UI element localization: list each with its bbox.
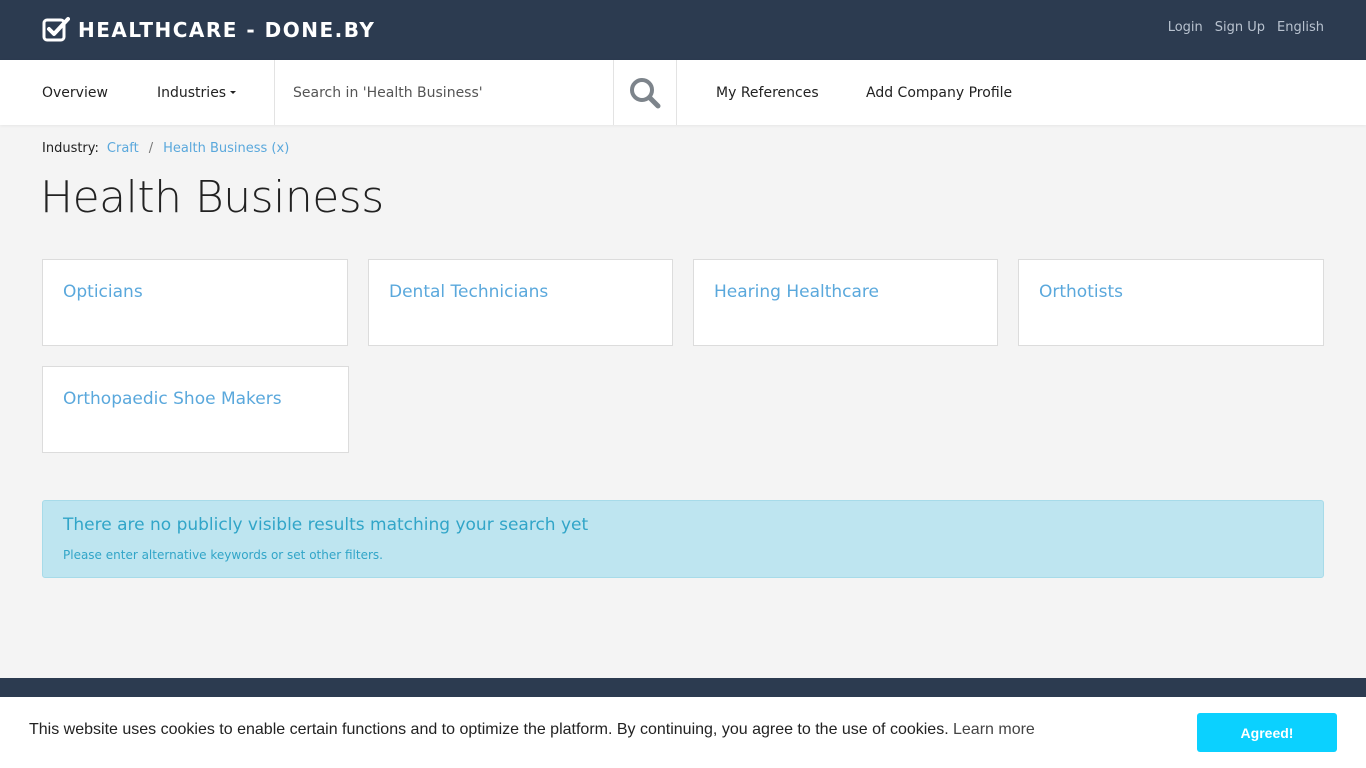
alert-title: There are no publicly visible results ma…	[63, 515, 589, 535]
nav-add-company-profile[interactable]: Add Company Profile	[866, 60, 1012, 125]
cookie-accept-button[interactable]: Agreed!	[1197, 713, 1337, 752]
breadcrumb-label: Industry:	[42, 141, 99, 156]
category-card-label[interactable]: Dental Technicians	[389, 282, 548, 302]
alert-text: Please enter alternative keywords or set…	[63, 548, 383, 562]
checkbox-check-icon	[42, 17, 70, 42]
nav-industries-label: Industries	[157, 84, 227, 101]
category-card-hearing-healthcare[interactable]: Hearing Healthcare	[693, 259, 998, 346]
category-card-label[interactable]: Hearing Healthcare	[714, 282, 879, 302]
search-input[interactable]	[293, 84, 593, 101]
main-nav: Overview Industries My References Add Co…	[0, 60, 1366, 125]
caret-down-icon	[230, 91, 237, 94]
cookie-message: This website uses cookies to enable cert…	[29, 721, 949, 738]
search-button[interactable]	[613, 60, 677, 125]
breadcrumb-item-health-business[interactable]: Health Business (x)	[163, 141, 289, 156]
login-link[interactable]: Login	[1168, 20, 1203, 35]
top-header: HEALTHCARE - DONE.BY Login Sign Up Engli…	[0, 0, 1366, 60]
cookie-banner: This website uses cookies to enable cert…	[0, 697, 1366, 768]
breadcrumb-separator: /	[148, 141, 154, 156]
category-card-label[interactable]: Orthopaedic Shoe Makers	[63, 389, 282, 409]
category-card-label[interactable]: Opticians	[63, 282, 143, 302]
language-link[interactable]: English	[1277, 20, 1324, 35]
nav-overview[interactable]: Overview	[42, 60, 108, 125]
signup-link[interactable]: Sign Up	[1215, 20, 1265, 35]
account-links: Login Sign Up English	[1168, 20, 1324, 35]
category-card-label[interactable]: Orthotists	[1039, 282, 1123, 302]
nav-my-references-label: My References	[716, 84, 819, 101]
page-title: Health Business	[40, 172, 384, 223]
nav-industries-dropdown[interactable]: Industries	[157, 60, 237, 125]
category-card-opticians[interactable]: Opticians	[42, 259, 348, 346]
breadcrumb-item-craft[interactable]: Craft	[107, 141, 139, 156]
category-card-dental-technicians[interactable]: Dental Technicians	[368, 259, 673, 346]
brand-name: HEALTHCARE - DONE.BY	[78, 18, 376, 42]
nav-add-company-profile-label: Add Company Profile	[866, 84, 1013, 101]
site-logo[interactable]: HEALTHCARE - DONE.BY	[42, 16, 375, 44]
category-card-orthopaedic-shoe-makers[interactable]: Orthopaedic Shoe Makers	[42, 366, 349, 453]
nav-overview-label: Overview	[42, 84, 108, 101]
no-results-alert: There are no publicly visible results ma…	[42, 500, 1324, 578]
category-card-orthotists[interactable]: Orthotists	[1018, 259, 1324, 346]
search-icon	[629, 77, 660, 108]
search-field	[274, 60, 614, 125]
cookie-learn-more-link[interactable]: Learn more	[953, 721, 1035, 739]
breadcrumb: Industry: Craft / Health Business (x)	[42, 141, 289, 156]
nav-my-references[interactable]: My References	[716, 60, 819, 125]
